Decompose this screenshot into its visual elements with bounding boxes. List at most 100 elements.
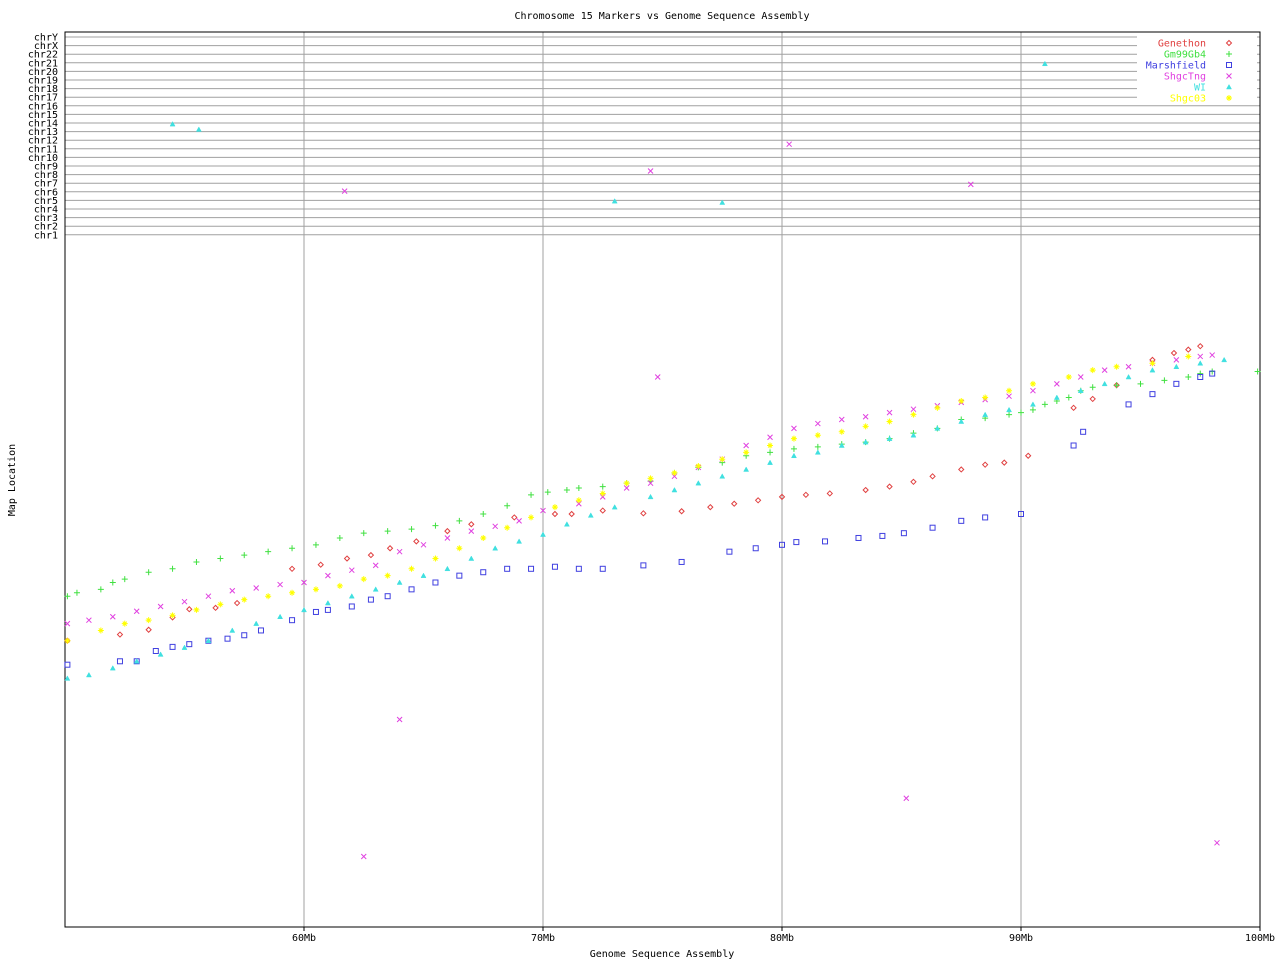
data-point: [910, 411, 917, 418]
data-point: [838, 416, 845, 423]
data-point: [277, 581, 283, 588]
data-point: [791, 425, 797, 432]
data-point: [886, 409, 893, 416]
data-point: [982, 514, 989, 521]
data-point: [814, 443, 821, 450]
data-point: [886, 483, 893, 490]
data-point: [312, 541, 319, 548]
data-point: [86, 617, 92, 624]
data-point: [568, 510, 575, 518]
data-point: [790, 445, 797, 452]
data-point: [1101, 367, 1108, 374]
data-point: [420, 541, 427, 548]
data-point: [133, 658, 140, 664]
data-point: [1053, 380, 1060, 387]
data-point: [707, 503, 714, 511]
data-point: [599, 483, 606, 490]
series-wi: [64, 60, 1228, 681]
data-point: [1197, 360, 1204, 366]
data-point: [544, 489, 551, 496]
data-point: [1065, 374, 1072, 380]
data-point: [265, 593, 272, 600]
data-point: [671, 469, 678, 476]
data-point: [855, 534, 862, 541]
legend-label: Genethon: [1158, 39, 1206, 50]
data-point: [958, 397, 965, 404]
data-point: [958, 517, 965, 524]
data-point: [982, 394, 989, 401]
data-point: [1125, 363, 1132, 370]
data-point: [981, 461, 989, 468]
data-point: [217, 601, 224, 608]
data-point: [64, 620, 71, 627]
data-point: [516, 517, 522, 524]
data-point: [444, 527, 451, 535]
data-point: [492, 545, 499, 551]
data-point: [456, 572, 463, 579]
data-point: [408, 586, 415, 593]
x-tick-label: 80Mb: [770, 933, 794, 944]
data-point: [157, 603, 164, 610]
data-point: [109, 665, 116, 671]
data-point: [1125, 401, 1132, 408]
data-point: [367, 551, 375, 559]
data-point: [121, 620, 128, 627]
gridlines: [65, 32, 1260, 927]
legend-label: Gm99Gb4: [1164, 50, 1206, 61]
data-point: [348, 567, 355, 574]
data-point: [1089, 367, 1096, 374]
data-point: [826, 490, 834, 497]
data-point: [719, 473, 726, 479]
data-point: [551, 563, 558, 570]
data-point: [1221, 356, 1228, 363]
data-point: [1197, 342, 1204, 350]
data-point: [480, 569, 487, 576]
data-point: [862, 486, 869, 494]
data-point: [384, 572, 391, 579]
data-point: [511, 514, 518, 521]
data-point: [504, 502, 511, 509]
data-point: [879, 532, 886, 539]
legend-label: Shgc03: [1170, 94, 1206, 105]
data-point: [814, 449, 821, 455]
data-point: [312, 586, 319, 593]
x-tick-labels: 60Mb 70Mb 80Mb 90Mb 100Mb: [292, 927, 1275, 944]
data-point: [233, 599, 241, 607]
data-point: [341, 188, 348, 194]
data-point: [1065, 394, 1072, 401]
data-point: [169, 121, 176, 127]
data-point: [348, 593, 355, 599]
data-point: [1101, 380, 1108, 387]
legend-label: WI: [1194, 83, 1206, 94]
data-point: [1173, 357, 1180, 363]
data-points: [64, 60, 1261, 860]
data-point: [886, 418, 893, 425]
data-point: [73, 589, 80, 596]
data-point: [1070, 442, 1077, 449]
x-axis-label: Genome Sequence Assembly: [590, 949, 735, 960]
data-point: [312, 608, 319, 615]
data-point: [396, 579, 403, 585]
data-point: [540, 531, 546, 537]
y-axis-label: Map Location: [7, 444, 18, 516]
data-point: [1024, 452, 1032, 459]
data-point: [1197, 353, 1204, 360]
data-point: [408, 526, 415, 533]
data-point: [563, 521, 570, 527]
data-point: [336, 582, 343, 589]
data-point: [317, 561, 324, 568]
data-point: [814, 420, 821, 427]
data-point: [695, 480, 702, 486]
data-point: [743, 449, 750, 456]
data-point: [186, 641, 193, 648]
data-point: [468, 555, 475, 561]
data-point: [408, 565, 415, 572]
data-point: [480, 511, 487, 517]
data-point: [205, 637, 212, 643]
data-point: [205, 593, 212, 600]
data-point: [1029, 406, 1036, 413]
data-point: [793, 539, 800, 546]
data-point: [695, 463, 702, 470]
data-point: [786, 141, 793, 148]
data-point: [257, 627, 264, 634]
